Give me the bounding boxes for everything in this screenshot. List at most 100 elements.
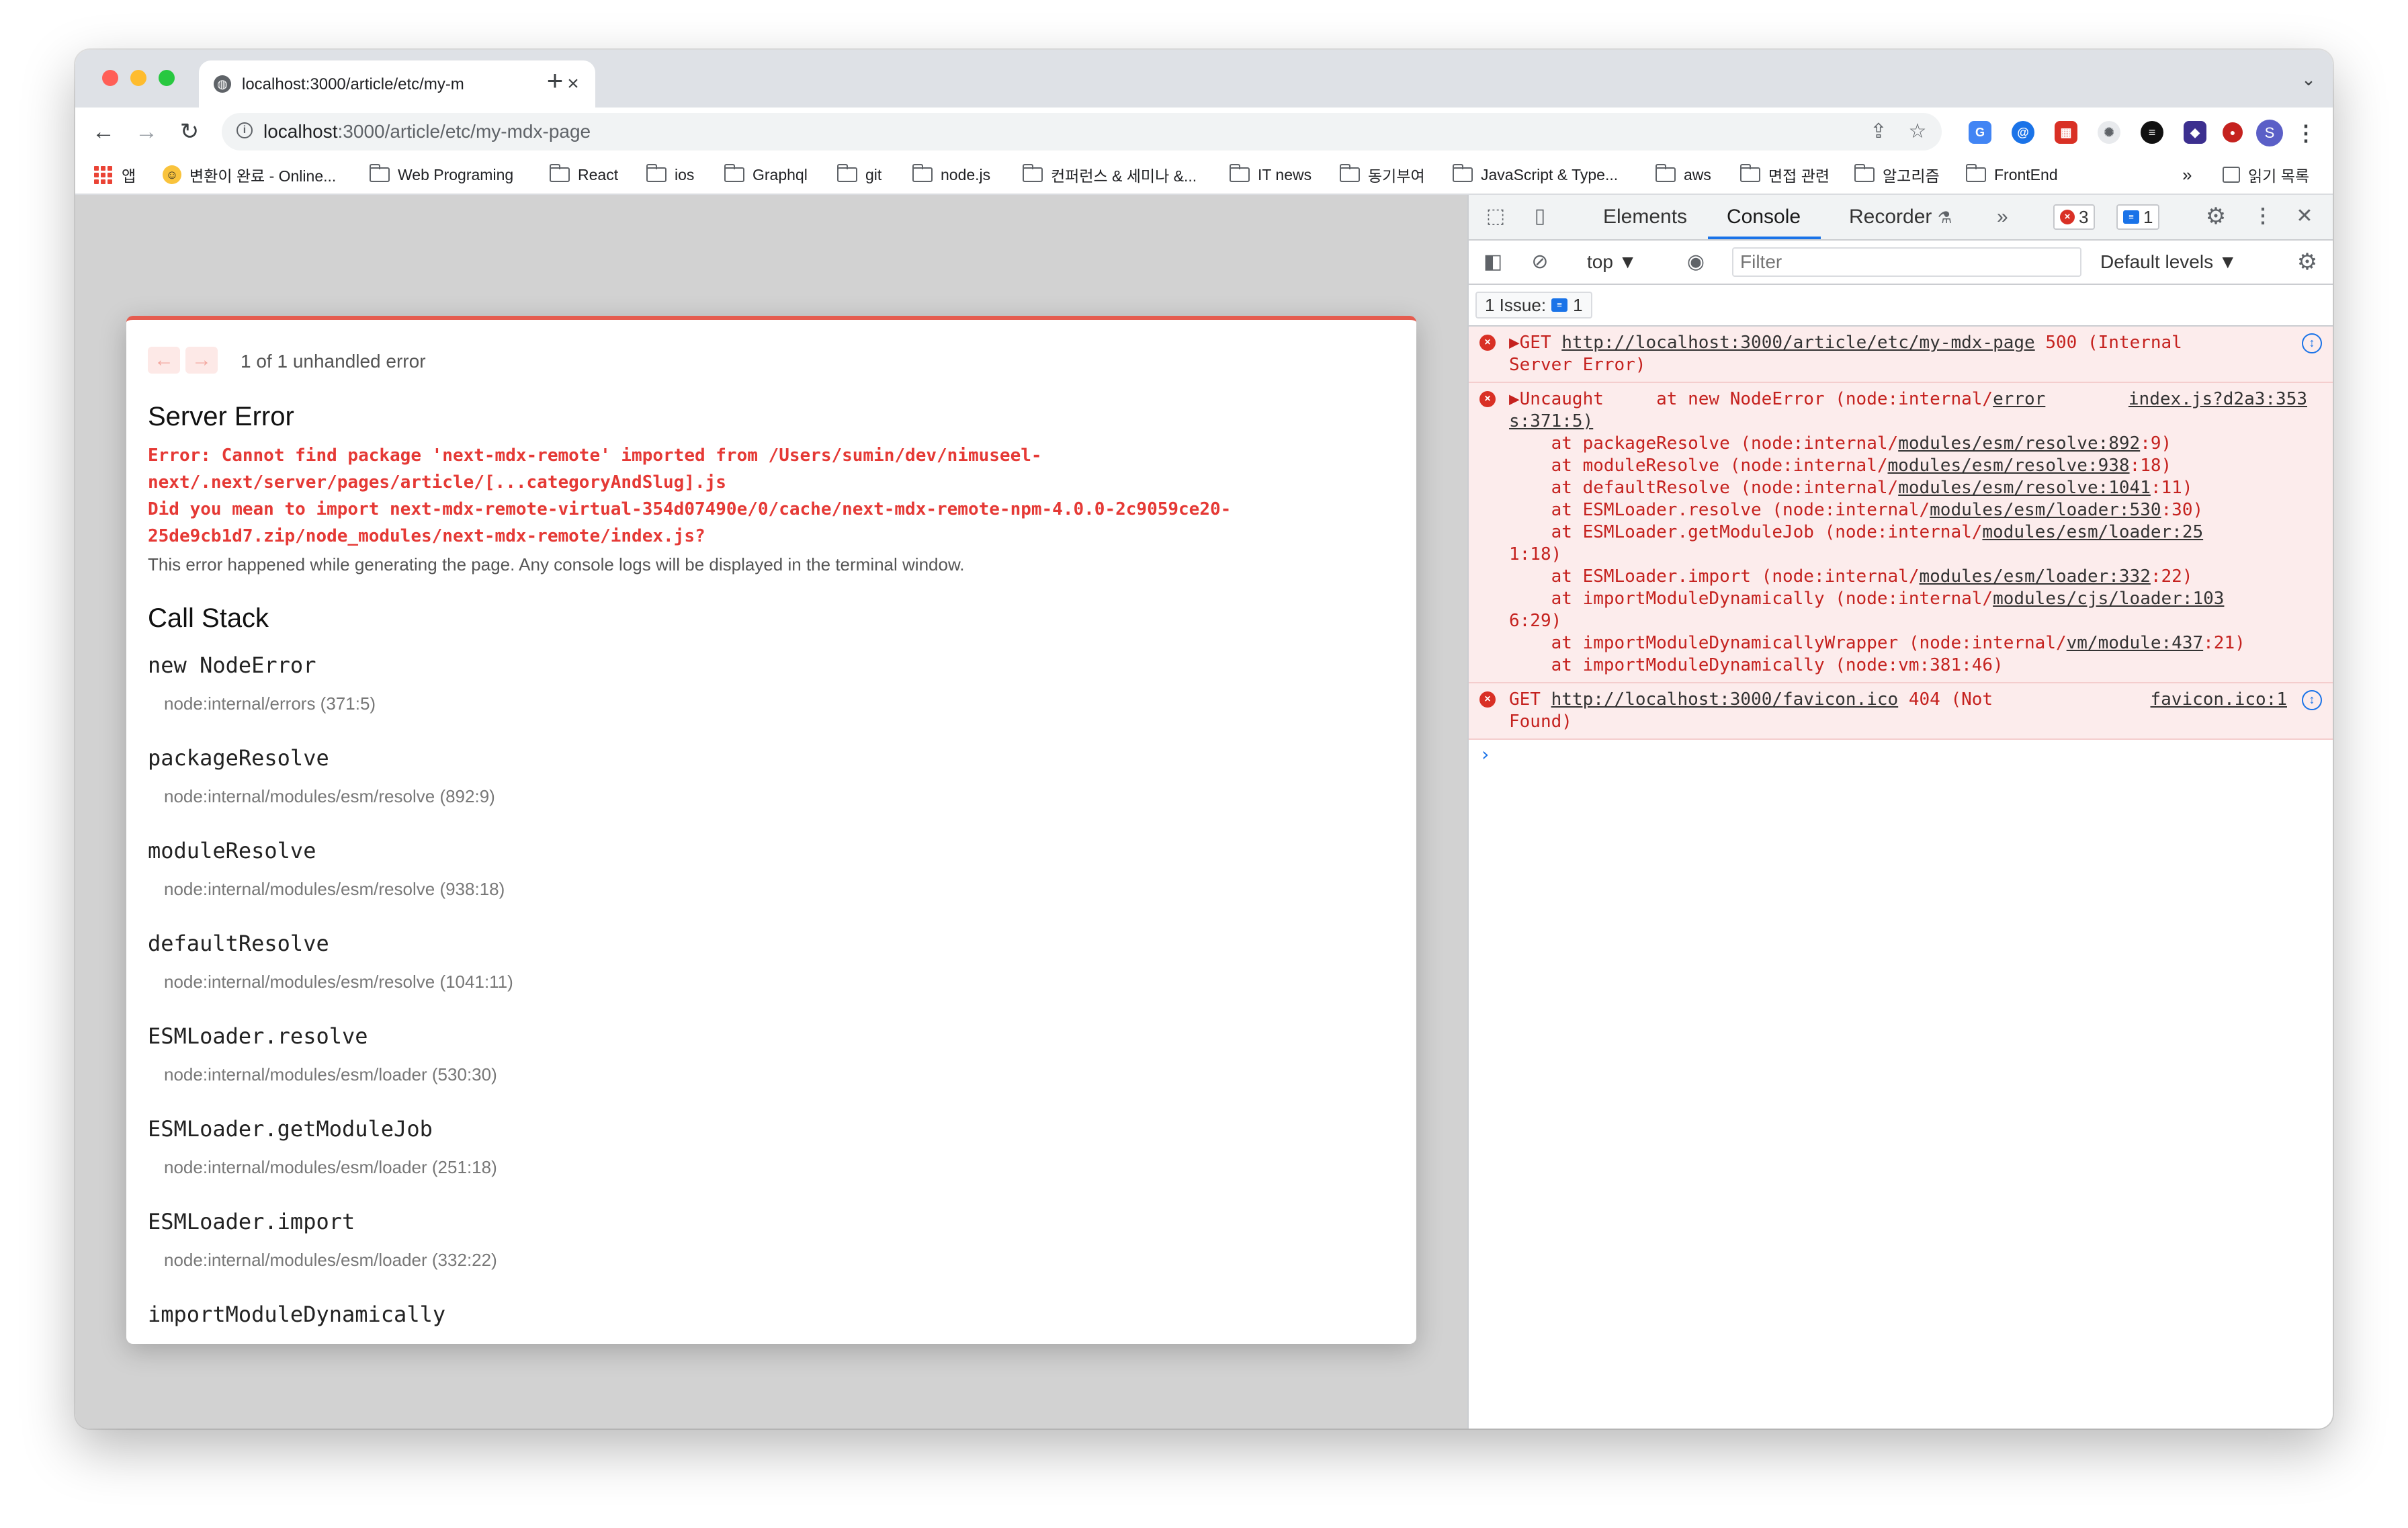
address-bar[interactable]: i localhost:3000/article/etc/my-mdx-page…: [222, 113, 1942, 151]
browser-tab[interactable]: ◍ localhost:3000/article/etc/my-m ×: [199, 60, 595, 108]
network-request-icon[interactable]: ↕: [2302, 333, 2322, 353]
translate-extension-icon[interactable]: G: [1969, 121, 1991, 144]
console-source-link[interactable]: index.js?d2a3:353: [2128, 388, 2307, 411]
eye-icon[interactable]: ◉: [1681, 249, 1711, 275]
info-icon[interactable]: i: [236, 122, 253, 138]
console-request-link[interactable]: http://localhost:3000/favicon.ico: [1551, 689, 1899, 710]
bookmark-label: 동기부여: [1368, 167, 1425, 185]
bookmark-folder[interactable]: JavaScript & Type...: [1453, 164, 1618, 185]
console-source-link[interactable]: modules/esm/resolve:892: [1898, 433, 2140, 454]
bookmarks-overflow-button[interactable]: »: [2182, 164, 2192, 185]
console-source-link[interactable]: error: [1993, 389, 2045, 409]
error-pager: ← →: [148, 347, 218, 374]
extension-icon[interactable]: ◆: [2184, 121, 2206, 144]
issue-message-icon: ≡: [1551, 298, 1568, 312]
bookmark-label: JavaScript & Type...: [1481, 165, 1619, 183]
console-source-link[interactable]: modules/cjs/loader:103: [1993, 589, 2224, 609]
bookmark-folder[interactable]: Web Programing: [370, 164, 513, 185]
console-source-link[interactable]: modules/esm/loader:332: [1919, 566, 2150, 587]
console-settings-gear-icon[interactable]: ⚙: [2292, 249, 2322, 275]
next-error-button[interactable]: →: [185, 347, 218, 374]
stack-frame[interactable]: ESMLoader.import node:internal/modules/e…: [148, 1208, 1398, 1271]
bookmark-folder[interactable]: 동기부여: [1340, 164, 1425, 185]
console-line[interactable]: s:371:5): [1509, 411, 2267, 433]
bookmark-folder[interactable]: node.js: [912, 164, 990, 185]
bookmark-folder[interactable]: aws: [1656, 164, 1711, 185]
error-icon: ×: [2060, 210, 2075, 224]
console-source-link[interactable]: modules/esm/resolve:1041: [1898, 478, 2151, 498]
stack-frame[interactable]: packageResolve node:internal/modules/esm…: [148, 745, 1398, 808]
bookmark-star-icon[interactable]: ☆: [1904, 118, 1931, 145]
console-prompt-row[interactable]: ›: [1469, 740, 2333, 767]
issues-count: 1: [1573, 295, 1583, 315]
inspect-element-icon[interactable]: ⬚: [1481, 203, 1510, 230]
extension-icon[interactable]: ●: [2223, 122, 2243, 142]
back-button[interactable]: ←: [89, 117, 118, 146]
extension-icon[interactable]: ✺: [2098, 121, 2120, 144]
extension-icon[interactable]: ≡: [2141, 121, 2163, 144]
stack-frame[interactable]: moduleResolve node:internal/modules/esm/…: [148, 837, 1398, 900]
console-prompt-icon: ›: [1479, 743, 1491, 765]
message-count-badge[interactable]: ≡ 1: [2116, 204, 2160, 230]
console-source-link[interactable]: modules/esm/resolve:938: [1888, 456, 2130, 476]
bookmark-folder[interactable]: git: [837, 164, 882, 185]
bookmark-folder[interactable]: FrontEnd: [1966, 164, 2058, 185]
console-source-link[interactable]: favicon.ico:1: [2151, 689, 2288, 711]
console-error-message[interactable]: × ▶GET http://localhost:3000/article/etc…: [1469, 327, 2333, 383]
bookmark-item[interactable]: ☺ 변환이 완료 - Online...: [163, 164, 336, 185]
tab-console[interactable]: Console: [1727, 204, 1801, 230]
more-menu-icon[interactable]: ⋮: [2295, 120, 2317, 146]
stack-frame-function: ESMLoader.import: [148, 1209, 355, 1234]
issues-button[interactable]: 1 Issue: ≡ 1: [1475, 292, 1592, 319]
console-filter-input[interactable]: Filter: [1732, 247, 2081, 277]
console-request-link[interactable]: http://localhost:3000/article/etc/my-mdx…: [1561, 333, 2034, 353]
extension-icon[interactable]: ▦: [2055, 121, 2077, 144]
tab-search-chevron-icon[interactable]: ⌄: [2296, 67, 2321, 91]
bookmark-folder[interactable]: 알고리즘: [1854, 164, 1940, 185]
reload-button[interactable]: ↻: [175, 117, 204, 146]
new-tab-button[interactable]: +: [539, 65, 571, 97]
close-devtools-icon[interactable]: ✕: [2290, 203, 2319, 230]
stack-frame[interactable]: ESMLoader.getModuleJob node:internal/mod…: [148, 1115, 1398, 1179]
console-error-message[interactable]: × ▶Uncaught at new NodeError (node:inter…: [1469, 383, 2333, 683]
bookmark-folder[interactable]: 컨퍼런스 & 세미나 &...: [1023, 164, 1197, 185]
forward-button[interactable]: →: [132, 117, 161, 146]
tab-recorder[interactable]: Recorder ⚗: [1849, 204, 1952, 231]
previous-error-button[interactable]: ←: [148, 347, 180, 374]
stack-frame[interactable]: defaultResolve node:internal/modules/esm…: [148, 930, 1398, 993]
device-toolbar-icon[interactable]: ▯: [1525, 203, 1555, 230]
stack-frame[interactable]: new NodeError node:internal/errors (371:…: [148, 652, 1398, 715]
bookmark-apps[interactable]: 앱: [94, 164, 136, 185]
extension-icon[interactable]: @: [2012, 121, 2034, 144]
settings-gear-icon[interactable]: ⚙: [2201, 203, 2231, 230]
profile-avatar[interactable]: S: [2256, 120, 2283, 146]
log-levels-dropdown[interactable]: Default levels ▼: [2100, 249, 2237, 275]
bookmark-folder[interactable]: IT news: [1230, 164, 1312, 185]
stack-frame[interactable]: importModuleDynamically: [148, 1301, 1398, 1328]
bookmark-folder[interactable]: Graphql: [724, 164, 808, 185]
url-text[interactable]: localhost:3000/article/etc/my-mdx-page: [263, 120, 591, 144]
context-selector[interactable]: top ▼: [1587, 249, 1637, 275]
more-tabs-button[interactable]: »: [1997, 204, 2008, 230]
reading-list-button[interactable]: 읽기 목록: [2223, 164, 2309, 185]
folder-icon: [370, 164, 390, 182]
console-error-message[interactable]: × GET http://localhost:3000/favicon.ico …: [1469, 683, 2333, 740]
console-source-link[interactable]: vm/module:437: [2067, 633, 2204, 653]
stack-frame[interactable]: ESMLoader.resolve node:internal/modules/…: [148, 1023, 1398, 1086]
clear-console-icon[interactable]: ⊘: [1525, 249, 1555, 275]
console-source-link[interactable]: modules/esm/loader:25: [1982, 522, 2203, 542]
bookmark-folder[interactable]: ios: [646, 164, 694, 185]
error-count-badge[interactable]: × 3: [2053, 204, 2096, 230]
bookmarks-bar: 앱 ☺ 변환이 완료 - Online... Web Programing Re…: [75, 156, 2333, 195]
tab-elements[interactable]: Elements: [1603, 204, 1687, 230]
sidebar-toggle-icon[interactable]: ◧: [1478, 249, 1508, 275]
network-request-icon[interactable]: ↕: [2302, 690, 2322, 710]
close-window-button[interactable]: [102, 70, 118, 86]
minimize-window-button[interactable]: [130, 70, 146, 86]
share-icon[interactable]: ⇪: [1865, 118, 1892, 145]
maximize-window-button[interactable]: [159, 70, 175, 86]
bookmark-folder[interactable]: React: [550, 164, 618, 185]
devtools-menu-icon[interactable]: ⋮: [2248, 203, 2278, 230]
console-source-link[interactable]: modules/esm/loader:530: [1930, 500, 2161, 520]
bookmark-folder[interactable]: 면접 관련: [1740, 164, 1830, 185]
